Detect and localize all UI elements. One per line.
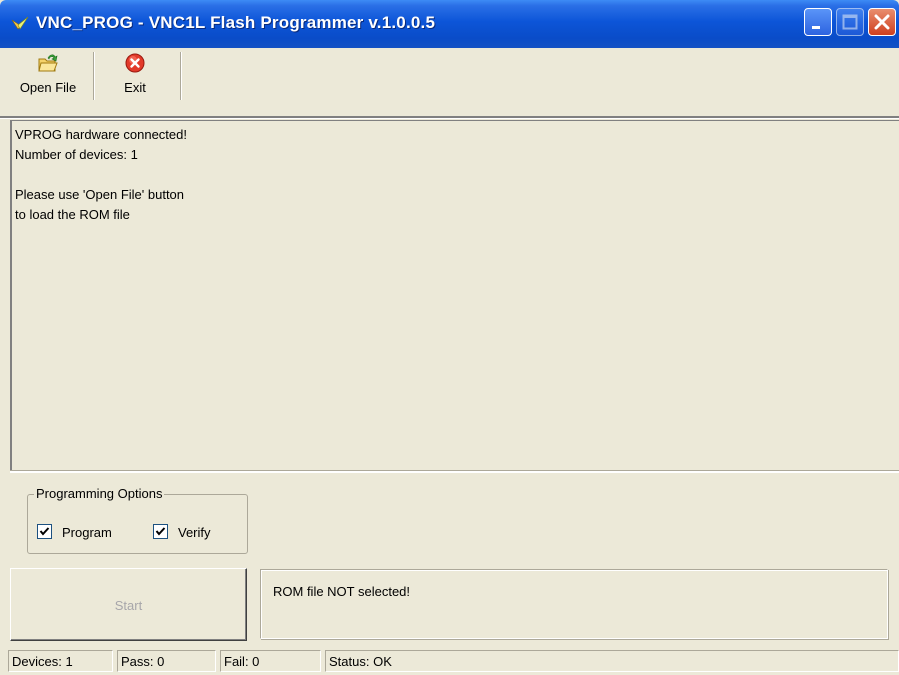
maximize-button[interactable] — [836, 8, 864, 36]
program-label: Program — [62, 525, 112, 540]
toolbar-separator — [180, 52, 182, 100]
exit-label: Exit — [124, 80, 146, 95]
verify-checkbox[interactable]: Verify — [153, 524, 211, 542]
fail-count: Fail: 0 — [220, 650, 321, 672]
title-bar[interactable]: VNC_PROG - VNC1L Flash Programmer v.1.0.… — [0, 0, 899, 48]
exit-icon — [124, 52, 146, 74]
toolbar-separator — [93, 52, 95, 100]
log-output[interactable]: VPROG hardware connected! Number of devi… — [10, 120, 899, 470]
status-text: Status: OK — [325, 650, 899, 672]
app-icon — [10, 14, 30, 34]
open-folder-icon — [37, 52, 59, 74]
devices-count: Devices: 1 — [8, 650, 113, 672]
verify-label: Verify — [178, 525, 211, 540]
window-title: VNC_PROG - VNC1L Flash Programmer v.1.0.… — [36, 13, 436, 32]
close-button[interactable] — [868, 8, 896, 36]
checkbox-box[interactable] — [37, 524, 52, 539]
toolbar-divider — [0, 116, 899, 119]
log-divider — [10, 470, 899, 473]
status-bar: Devices: 1 Pass: 0 Fail: 0 Status: OK — [0, 648, 899, 675]
pass-count: Pass: 0 — [117, 650, 216, 672]
programming-options-legend: Programming Options — [34, 486, 165, 501]
status-message: ROM file NOT selected! — [260, 569, 888, 639]
toolbar: Open File Exit — [0, 48, 899, 104]
start-button[interactable]: Start — [10, 568, 247, 641]
exit-button[interactable]: Exit — [100, 52, 170, 102]
checkbox-box[interactable] — [153, 524, 168, 539]
program-checkbox[interactable]: Program — [37, 524, 112, 542]
open-file-label: Open File — [19, 80, 77, 95]
minimize-button[interactable] — [804, 8, 832, 36]
open-file-button[interactable]: Open File — [8, 52, 88, 102]
